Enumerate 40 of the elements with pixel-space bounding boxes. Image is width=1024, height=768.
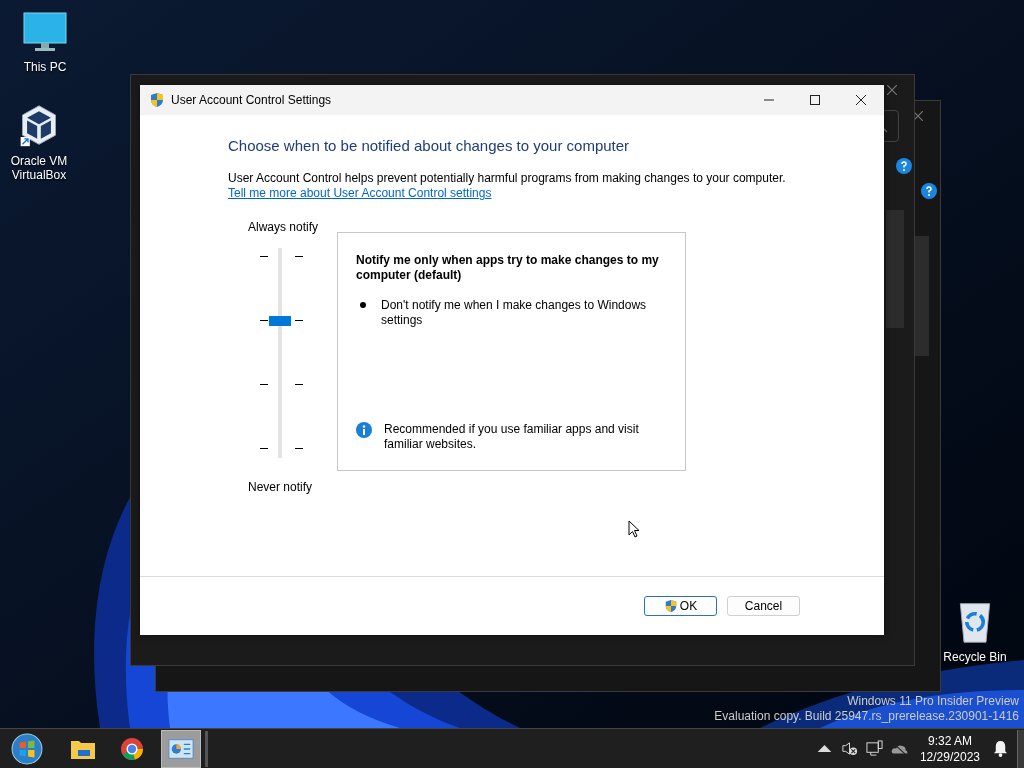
notification-bell-icon[interactable] <box>992 740 1009 757</box>
bullet-icon <box>360 302 366 308</box>
mouse-cursor-icon <box>628 520 640 538</box>
start-orb-icon <box>11 732 43 765</box>
shield-icon <box>149 92 165 108</box>
help-icon[interactable] <box>896 158 912 174</box>
close-icon <box>856 95 866 105</box>
help-icon[interactable] <box>921 183 937 199</box>
level-title: Notify me only when apps try to make changes to my computer (default) <box>356 253 660 283</box>
info-icon <box>356 422 372 438</box>
control-panel-icon <box>168 736 194 761</box>
window-title: User Account Control Settings <box>171 93 332 107</box>
desktop-icon-label[interactable]: Oracle VM VirtualBox <box>2 154 76 182</box>
monitor-icon[interactable] <box>23 10 67 54</box>
slider-thumb[interactable] <box>269 316 291 326</box>
clock-time: 9:32 AM <box>927 732 972 749</box>
close-icon[interactable] <box>887 85 897 95</box>
dialog-heading: Choose when to be notified about changes to your computer <box>228 137 630 154</box>
recommendation-text: Recommended if you use familiar apps and visit familiar websites. <box>384 422 640 452</box>
speaker-muted-icon[interactable] <box>840 740 858 757</box>
shield-icon <box>663 599 678 613</box>
close-icon[interactable] <box>913 111 923 121</box>
ok-button[interactable]: OK <box>644 596 717 616</box>
maximize-icon <box>810 95 820 105</box>
cancel-button[interactable]: Cancel <box>727 596 800 616</box>
system-notice-text: Evaluation copy. Build 25947.rs_prerelease.230901-1416 <box>714 709 1019 724</box>
clock-date: 12/29/2023 <box>919 748 980 765</box>
bullet-text: Don't notify me when I make changes to Windows settings <box>381 298 648 328</box>
desktop-icon-label[interactable]: Recycle Bin <box>943 650 1007 664</box>
network-icon[interactable] <box>865 740 883 757</box>
clock[interactable]: 9:32 AM 12/29/2023 <box>919 732 980 765</box>
system-notice-text: Windows 11 Pro Insider Preview <box>847 694 1019 709</box>
control-panel-button[interactable] <box>161 729 201 768</box>
show-desktop-button[interactable] <box>1017 729 1024 768</box>
slider-bottom-label: Never notify <box>248 480 314 494</box>
help-link[interactable]: Tell me more about User Account Control settings <box>228 186 492 200</box>
desktop-icon-label[interactable]: This PC <box>23 60 67 74</box>
description-text: User Account Control helps prevent potentially harmful programs from making changes to your computer. <box>228 171 786 185</box>
browser-icon <box>119 736 145 761</box>
slider-top-label: Always notify <box>248 220 320 234</box>
